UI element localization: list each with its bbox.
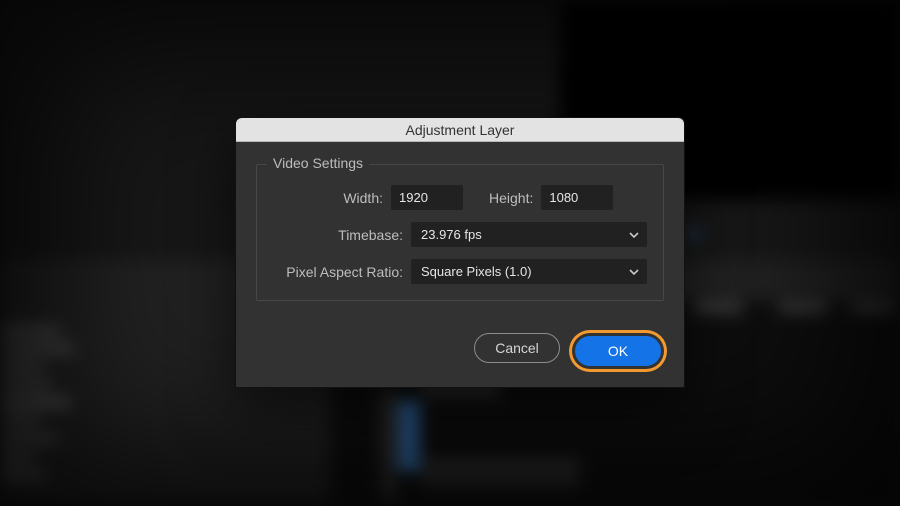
height-label: Height:	[489, 190, 533, 206]
adjustment-layer-dialog: Adjustment Layer Video Settings Width: H…	[235, 117, 685, 388]
ok-button-label: OK	[608, 343, 628, 359]
par-label: Pixel Aspect Ratio:	[273, 264, 403, 280]
video-settings-group: Video Settings Width: Height: Timebase: …	[256, 164, 664, 301]
chevron-down-icon	[629, 230, 639, 240]
row-par: Pixel Aspect Ratio: Square Pixels (1.0)	[273, 259, 647, 284]
row-dimensions: Width: Height:	[273, 185, 647, 210]
ok-button[interactable]: OK	[575, 336, 661, 366]
par-select[interactable]: Square Pixels (1.0)	[411, 259, 647, 284]
dialog-body: Video Settings Width: Height: Timebase: …	[236, 142, 684, 319]
dialog-title: Adjustment Layer	[406, 122, 515, 138]
ok-button-highlight: OK	[572, 333, 664, 369]
chevron-down-icon	[629, 267, 639, 277]
group-legend: Video Settings	[267, 155, 369, 171]
cancel-button-label: Cancel	[495, 340, 539, 356]
timebase-value: 23.976 fps	[421, 227, 482, 242]
height-input[interactable]	[541, 185, 613, 210]
width-input[interactable]	[391, 185, 463, 210]
width-label: Width:	[273, 190, 383, 206]
dialog-footer: Cancel OK	[236, 319, 684, 387]
dialog-titlebar[interactable]: Adjustment Layer	[236, 118, 684, 142]
timebase-label: Timebase:	[273, 227, 403, 243]
par-value: Square Pixels (1.0)	[421, 264, 532, 279]
cancel-button[interactable]: Cancel	[474, 333, 560, 363]
timebase-select[interactable]: 23.976 fps	[411, 222, 647, 247]
row-timebase: Timebase: 23.976 fps	[273, 222, 647, 247]
